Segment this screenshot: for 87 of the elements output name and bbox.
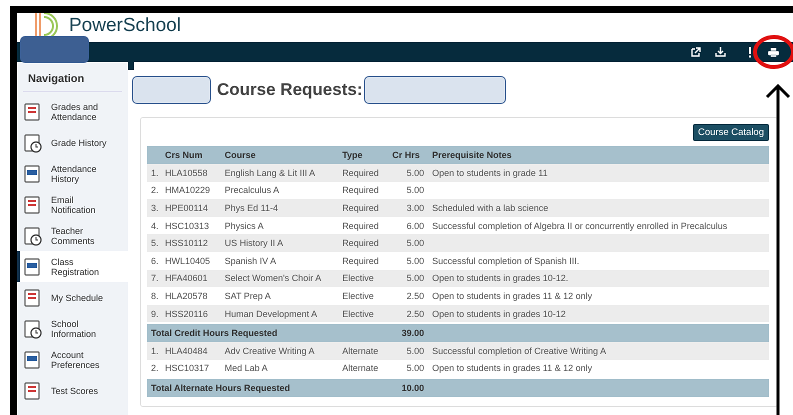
table-cell: HSS10112 (165, 238, 208, 248)
total-label: Total Alternate Hours Requested (151, 382, 290, 393)
table-cell: Elective (342, 308, 374, 319)
logo-text: PowerSchool (69, 15, 181, 37)
table-cell: Open to students in grades 10-12. (432, 273, 568, 284)
row-number: 4. (151, 220, 159, 231)
table-cell: Required (342, 238, 379, 248)
row-number: 1. (151, 346, 159, 356)
table-cell: 2.50 (406, 308, 424, 319)
table-cell: HWL10405 (165, 256, 210, 266)
table-cell: US History II A (224, 238, 284, 248)
row-number: 1. (151, 168, 159, 178)
sidebar-item[interactable]: Class Registration (17, 251, 128, 282)
row-number: 5. (151, 238, 159, 248)
table-cell: 3.00 (406, 202, 424, 213)
sidebar-item[interactable]: School Information (17, 313, 128, 344)
sidebar-item[interactable]: Grades and Attendance (17, 96, 128, 127)
row-number: 8. (151, 290, 159, 301)
table-cell: 5.00 (406, 256, 424, 266)
sidebar-item[interactable]: Test Scores (17, 375, 128, 406)
table-cell: Successful completion of Creative Writing A (432, 346, 606, 356)
table-cell: 5.00 (406, 185, 424, 196)
sidebar-item[interactable]: Account Preferences (17, 344, 128, 375)
table-cell: 6.00 (406, 220, 424, 231)
page-title: Course Requests: (217, 80, 362, 100)
column-header: Crs Num (147, 146, 221, 164)
row-number: 9. (151, 308, 159, 319)
column-header: Cr Hrs (388, 146, 428, 164)
table-cell: HFA40601 (165, 273, 208, 284)
table-cell: 5.00 (406, 238, 424, 248)
table-cell: HPE00114 (165, 202, 208, 213)
table-cell: 5.00 (406, 168, 424, 178)
sidebar-title: Navigation (23, 70, 122, 92)
table-cell: 5.00 (406, 363, 424, 374)
row-number: 6. (151, 256, 159, 266)
row-number: 2. (151, 363, 159, 374)
table-cell: 5.00 (406, 273, 424, 284)
column-header: Type (338, 146, 388, 164)
table-cell: HLA10558 (165, 168, 208, 178)
table-cell: Spanish IV A (224, 256, 276, 266)
table-cell: Select Women's Choir A (224, 273, 322, 284)
sidebar-item[interactable]: My Schedule (17, 282, 128, 313)
table-cell: Phys Ed 11-4 (224, 202, 278, 213)
table-cell: HMA10229 (165, 185, 210, 196)
table-cell: HSC10317 (165, 363, 210, 374)
row-number: 3. (151, 202, 159, 213)
table-cell: Med Lab A (224, 363, 268, 374)
table-cell: 2.50 (406, 290, 424, 301)
table-cell: Open to students in grades 11 & 12 only (432, 363, 592, 374)
table-cell: Open to students in grade 11 (432, 168, 548, 178)
table-cell: English Lang & Lit III A (224, 168, 316, 178)
total-label: Total Credit Hours Requested (151, 328, 278, 338)
row-number: 2. (151, 185, 159, 196)
table-cell: Physics A (224, 220, 264, 231)
total-value: 39.00 (402, 328, 424, 338)
table-cell: Successful completion of Algebra II or concurrently enrolled in Precalculus (432, 220, 728, 231)
column-header: Course (220, 146, 338, 164)
sidebar-item[interactable]: Attendance History (17, 158, 128, 189)
table-cell: Human Development A (224, 308, 318, 319)
row-number: 7. (151, 273, 159, 284)
table-cell: Adv Creative Writing A (224, 346, 314, 356)
table-cell: Required (342, 220, 379, 231)
table-cell: Open to students in grades 10-12 (432, 308, 566, 319)
table-cell: Alternate (342, 363, 378, 374)
table-cell: Open to students in grades 11 & 12 only (432, 290, 592, 301)
course-catalog-button[interactable]: Course Catalog (692, 124, 769, 141)
table-cell: Precalculus A (224, 185, 280, 196)
table-cell: Elective (342, 290, 374, 301)
table-cell: Required (342, 256, 379, 266)
total-value: 10.00 (402, 382, 424, 393)
column-header: Prerequisite Notes (428, 146, 769, 164)
table-cell: Scheduled with a lab science (432, 202, 548, 213)
table-cell: HSS20116 (165, 308, 208, 319)
sidebar-item[interactable]: Teacher Comments (17, 220, 128, 251)
table-cell: HLA20578 (165, 290, 208, 301)
table-cell: HLA40484 (165, 346, 208, 356)
table-cell: Successful completion of Spanish III. (432, 256, 580, 266)
table-cell: HSC10313 (165, 220, 210, 231)
table-cell: SAT Prep A (224, 290, 271, 301)
table-cell: Required (342, 185, 379, 196)
table-cell: Required (342, 168, 379, 178)
table-cell: 5.00 (406, 346, 424, 356)
table-cell: Alternate (342, 346, 378, 356)
sidebar-item[interactable]: Email Notification (17, 189, 128, 220)
table-cell: Elective (342, 273, 374, 284)
sidebar-item[interactable]: Grade History (17, 127, 128, 158)
table-cell: Required (342, 202, 379, 213)
